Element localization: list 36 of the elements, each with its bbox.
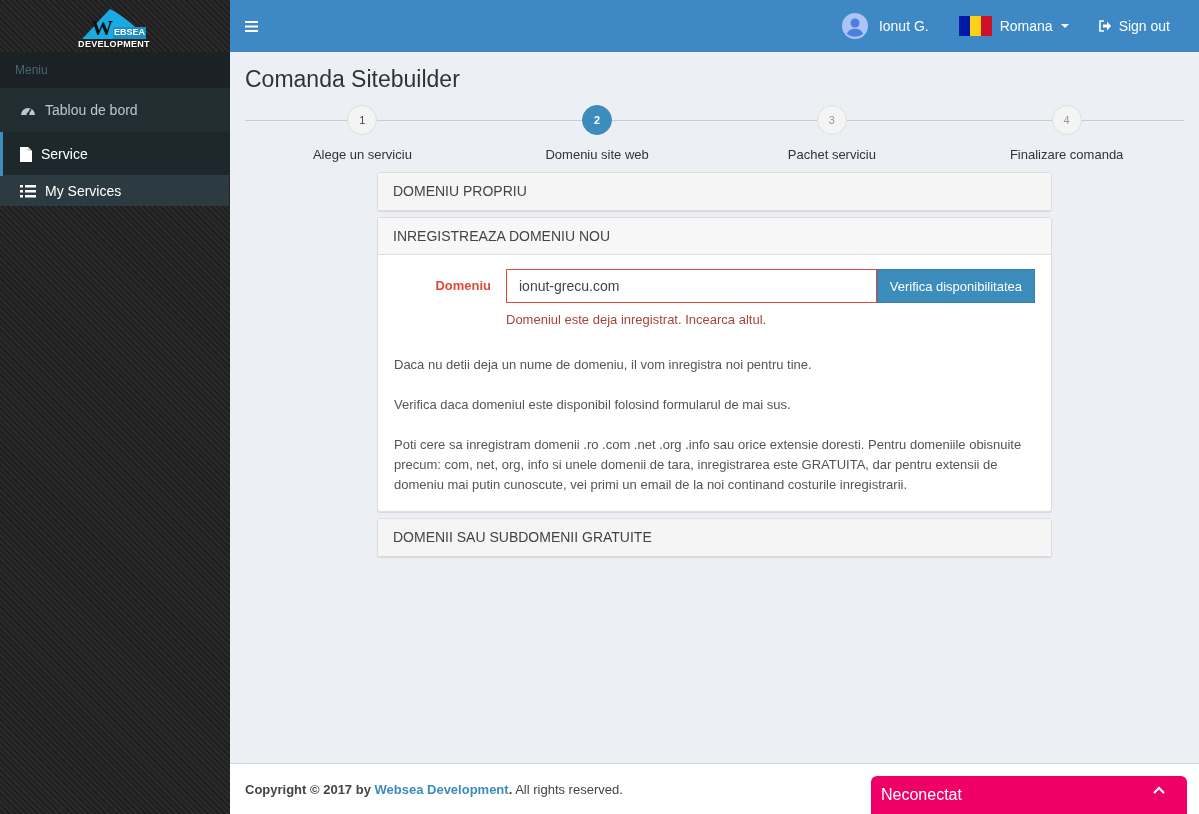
company-link[interactable]: Websea Development [374,781,509,797]
caret-icon [1060,24,1069,28]
step-number[interactable]: 2 [582,105,613,135]
chevron-up-icon [1153,786,1165,795]
page-title: Comanda Sitebuilder [245,66,461,93]
document-icon [20,146,32,162]
step-label: Pachet serviciu [787,147,876,162]
sign-out-link[interactable]: Sign out [1083,0,1185,52]
copyright-text: Copyright © 2017 by Websea Development. All rights reserved. [245,781,623,797]
flag-icon [958,16,992,36]
info-paragraph: Daca nu detii deja un nume de domeniu, il vom inregistra noi pentru tine. [394,356,813,374]
field-label: Domeniu [434,277,492,295]
sign-out-icon [1098,20,1111,32]
step-number[interactable]: 1 [347,105,378,135]
chat-widget[interactable]: Neconectat [871,776,1187,814]
list-icon [20,184,36,198]
panel-header[interactable]: DOMENII SAU SUBDOMENII GRATUITE [378,519,1051,556]
info-paragraph: Verifica daca domeniul este disponibil folosind formularul de mai sus. [394,396,792,414]
language-dropdown[interactable]: Romana [943,0,1084,52]
menu-icon [245,20,258,32]
logo[interactable]: WEBSEA DEVELOPMENT [76,0,152,52]
step-label: Finalizare comanda [1009,147,1124,162]
info-paragraph: Poti cere sa inregistram domenii .ro .com .net .org .info sau orice extensie doresti. Pentru domeniile obisnuite precum: com, net, org, info si unele domenii de tara, inregistrarea este GRATUITA, dar pentru extensii de domeniu mai putin cunoscute, vei primi un email de la noi continand costurile inregistrarii. [394,436,1023,494]
menu-header: Meniu [0,52,230,88]
step-label: Alege un serviciu [312,147,412,162]
panel-header[interactable]: INREGISTREAZA DOMENIU NOU [378,218,1051,255]
domain-input[interactable]: ionut-grecu.com [506,269,877,303]
sidebar-subitem[interactable]: My Services [0,176,229,206]
avatar-icon [841,13,868,39]
step-label: Domeniu site web [545,147,649,162]
user-menu[interactable]: Ionut G. [826,0,944,52]
sidebar-item[interactable]: Service [0,132,230,176]
error-message: Domeniul este deja inregistrat. Incearca altul. [506,312,768,327]
sidebar-item[interactable]: Tablou de bord [0,88,230,132]
check-availability-button[interactable]: Verifica disponibilitatea [876,269,1035,303]
panel-header[interactable]: DOMENIU PROPRIU [378,173,1051,210]
